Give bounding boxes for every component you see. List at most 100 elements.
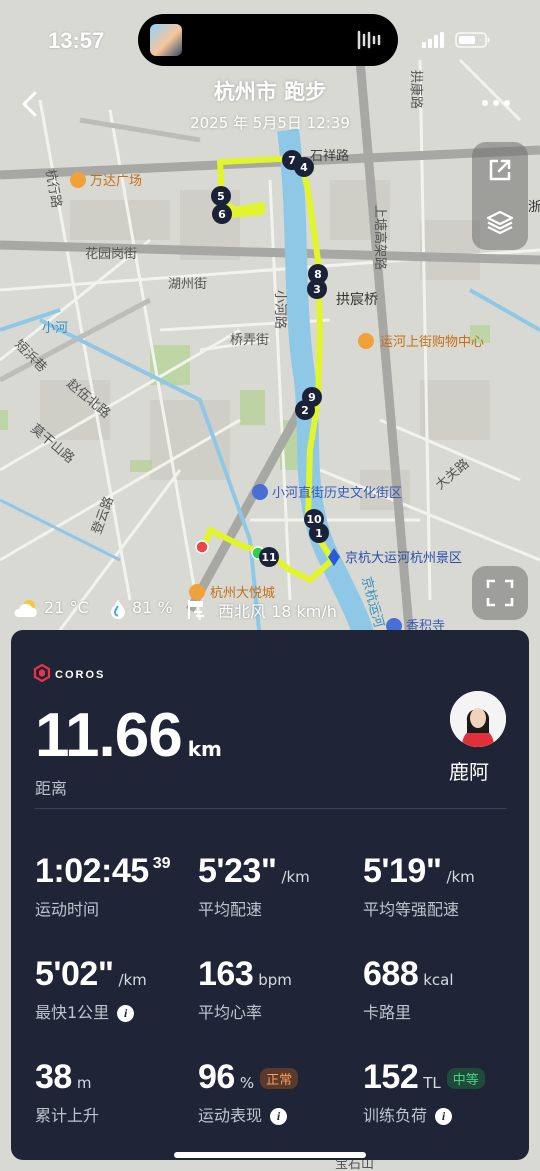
info-icon[interactable]: i (270, 1108, 288, 1125)
km-marker-2: 2 (295, 400, 315, 420)
map-label-scenic: 京杭大运河杭州景区 (345, 551, 462, 566)
signal-battery-icons (422, 32, 490, 48)
stat-fastest-km: 5'02"/km 最快1公里 i (35, 955, 147, 1023)
ascent-value: 38 (35, 1058, 72, 1096)
km-marker-5: 5 (211, 186, 231, 206)
map-label-canal-mall: 运河上街购物中心 (380, 334, 484, 350)
svg-text:8: 8 (314, 268, 322, 281)
map-label-huzhou: 湖州街 (168, 277, 207, 292)
map-label-huayuangang: 花园岗街 (85, 246, 137, 262)
weather-row: 21 °C 81 % 西北风 18 km/h (12, 598, 372, 622)
svg-text:5: 5 (217, 190, 225, 203)
distance-value: 11.66 (35, 701, 183, 770)
wind: 西北风 18 km/h (218, 602, 337, 621)
map-label-xiaohe-road: 小河路 (272, 290, 288, 329)
card-divider (35, 808, 507, 809)
ascent-unit: m (76, 1074, 92, 1092)
avg-pace-label: 平均配速 (198, 900, 263, 919)
status-time: 13:57 (48, 28, 105, 53)
map-label-shixiang: 石祥路 (310, 148, 349, 164)
distance: 11.66 km (35, 700, 222, 771)
layers-icon (486, 210, 514, 235)
more-options-icon[interactable] (482, 100, 510, 106)
performance-label: 运动表现 (198, 1106, 263, 1125)
ascent-label: 累计上升 (35, 1106, 100, 1125)
svg-text:3: 3 (313, 283, 321, 296)
audio-wave-icon (357, 30, 381, 50)
stat-avg-pace: 5'23"/km 平均配速 (198, 852, 310, 920)
page-subtitle: 2025 年 5月5日 12:39 (190, 114, 350, 132)
activity-summary-card: COROS 11.66 km 距离 鹿阿 1:02:45 39 运动时间 5'23"… (11, 630, 529, 1160)
gap-pace-value: 5'19" (363, 852, 442, 890)
training-load-label: 训练负荷 (363, 1106, 428, 1125)
performance-value: 96 (198, 1058, 235, 1096)
avatar-portrait (450, 691, 506, 747)
svg-text:4: 4 (300, 161, 308, 174)
training-load-unit: TL (423, 1074, 441, 1092)
stat-ascent: 38 m 累计上升 (35, 1058, 99, 1126)
duration-value: 1:02:45 (35, 852, 149, 890)
training-load-status-badge: 中等 (446, 1068, 485, 1089)
avg-hr-unit: bpm (258, 971, 292, 989)
avg-hr-value: 163 (198, 955, 254, 993)
km-marker-11: 11 (259, 547, 279, 567)
duration-label: 运动时间 (35, 900, 100, 919)
svg-text:6: 6 (218, 208, 226, 221)
svg-text:1: 1 (315, 527, 323, 540)
km-marker-3: 3 (307, 279, 327, 299)
performance-unit: % (239, 1074, 255, 1092)
map-label-shangtang: 上塘高架路 (372, 205, 388, 270)
map-label-qiaonong: 桥弄街 (230, 333, 269, 348)
km-marker-6: 6 (212, 204, 232, 224)
info-icon[interactable]: i (117, 1005, 135, 1022)
performance-status-badge: 正常 (260, 1068, 299, 1089)
user-name: 鹿阿 (449, 760, 489, 784)
avg-pace-value: 5'23" (198, 852, 277, 890)
svg-text:2: 2 (301, 404, 309, 417)
stat-training-load: 152 TL 中等 训练负荷 i (363, 1058, 485, 1126)
status-bar: 13:57 (0, 0, 540, 80)
distance-unit: km (187, 737, 222, 761)
stat-performance: 96% 正常 运动表现 i (198, 1058, 299, 1126)
fastest-km-value: 5'02" (35, 955, 114, 993)
coros-logo: COROS (33, 664, 105, 682)
partly-cloudy-icon (14, 600, 37, 617)
map-layers-button[interactable] (486, 208, 514, 236)
stat-calories: 688 kcal 卡路里 (363, 955, 454, 1023)
humidity: 81 % (132, 598, 173, 617)
gap-pace-unit: /km (446, 868, 475, 886)
map-toolbar (472, 142, 528, 250)
avg-pace-unit: /km (281, 868, 310, 886)
page-title: 杭州市 跑步 (213, 80, 327, 104)
svg-text:COROS: COROS (55, 669, 105, 681)
wind-flag-icon (188, 600, 204, 619)
dynamic-island[interactable] (138, 14, 398, 66)
map-label-zheda: 浙大 (528, 200, 540, 215)
training-load-value: 152 (363, 1058, 419, 1096)
info-icon[interactable]: i (435, 1108, 453, 1125)
fastest-km-unit: /km (118, 971, 147, 989)
gap-pace-label: 平均等强配速 (363, 900, 460, 919)
temperature: 21 °C (44, 598, 89, 617)
share-icon (489, 159, 511, 181)
avg-hr-label: 平均心率 (198, 1003, 263, 1022)
map-label-xiaohe-river: 小河 (42, 321, 68, 336)
calories-value: 688 (363, 955, 419, 993)
home-indicator[interactable] (174, 1152, 366, 1158)
user-avatar[interactable] (450, 691, 506, 747)
stat-avg-heart-rate: 163 bpm 平均心率 (198, 955, 292, 1023)
svg-text:11: 11 (261, 551, 276, 564)
share-button[interactable] (486, 156, 514, 184)
now-playing-artwork (150, 24, 182, 56)
distance-label: 距离 (35, 779, 68, 798)
map-label-gongchenqiao: 拱宸桥 (336, 291, 378, 308)
calories-label: 卡路里 (363, 1003, 412, 1022)
duration-hundredths: 39 (152, 855, 171, 872)
fastest-km-label: 最快1公里 (35, 1003, 110, 1022)
map-label-wanda: 万达广场 (90, 174, 142, 189)
stat-gap-pace: 5'19"/km 平均等强配速 (363, 852, 475, 920)
fullscreen-button[interactable] (472, 566, 528, 620)
map-label-historic: 小河直街历史文化街区 (272, 486, 402, 501)
humidity-icon (111, 600, 125, 619)
calories-unit: kcal (423, 971, 454, 989)
